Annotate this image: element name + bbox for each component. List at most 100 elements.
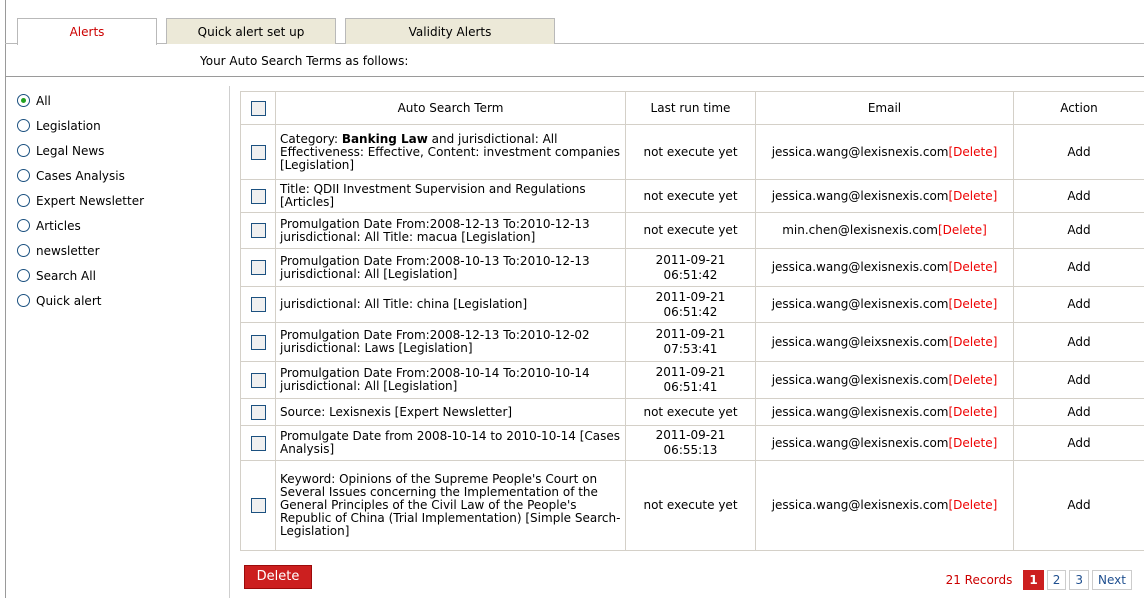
add-action-link[interactable]: Add	[1067, 223, 1090, 237]
delete-email-link[interactable]: [Delete]	[949, 405, 998, 419]
row-checkbox[interactable]	[250, 188, 266, 204]
last-run-date: 2011-09-21	[655, 327, 726, 341]
row-checkbox[interactable]	[250, 498, 266, 513]
add-action-link[interactable]: Add	[1067, 498, 1090, 512]
radio-expert-newsletter[interactable]: Expert Newsletter	[17, 188, 217, 213]
add-action-link[interactable]: Add	[1067, 373, 1090, 387]
radio-icon[interactable]	[17, 119, 30, 132]
delete-email-link[interactable]: [Delete]	[949, 335, 998, 349]
radio-icon[interactable]	[17, 144, 30, 157]
radio-label: Cases Analysis	[36, 168, 125, 183]
add-action-link[interactable]: Add	[1067, 145, 1090, 159]
column-header-term: Auto Search Term	[275, 91, 626, 125]
email-address: jessica.wang@lexisnexis.com	[771, 435, 949, 450]
pagination: 21 Records 1 2 3 Next	[946, 570, 1132, 590]
email-cell: jessica.wang@lexisnexis.com[Delete]	[755, 179, 1014, 213]
radio-legislation[interactable]: Legislation	[17, 113, 217, 138]
category-filter: All Legislation Legal News Cases Analysi…	[17, 88, 217, 313]
radio-cases-analysis[interactable]: Cases Analysis	[17, 163, 217, 188]
delete-email-link[interactable]: [Delete]	[949, 436, 998, 450]
radio-legal-news[interactable]: Legal News	[17, 138, 217, 163]
tab-alerts[interactable]: Alerts	[17, 18, 157, 45]
delete-button[interactable]: Delete	[244, 565, 312, 589]
row-checkbox[interactable]	[250, 404, 266, 420]
last-run-date: not execute yet	[643, 188, 738, 203]
row-checkbox[interactable]	[250, 260, 266, 275]
last-run-date: 2011-09-21	[655, 289, 726, 304]
table-header-row: Auto Search Term Last run time Email Act…	[240, 91, 1144, 125]
last-run-cell: not execute yet	[625, 398, 756, 426]
delete-email-link[interactable]: [Delete]	[938, 223, 987, 237]
radio-icon[interactable]	[17, 169, 30, 182]
tab-quick-alert-set-up[interactable]: Quick alert set up	[166, 18, 336, 44]
page-2-button[interactable]: 2	[1046, 570, 1067, 590]
row-checkbox[interactable]	[250, 372, 266, 388]
delete-email-link[interactable]: [Delete]	[949, 297, 998, 311]
last-run-date: 2011-09-21	[655, 252, 726, 267]
column-header-last-run: Last run time	[625, 91, 756, 125]
last-run-cell: not execute yet	[625, 124, 756, 180]
add-action-link[interactable]: Add	[1067, 405, 1090, 419]
radio-icon[interactable]	[17, 194, 30, 207]
table-row: jurisdictional: All Title: china [Legisl…	[240, 286, 1144, 323]
term-text: Category:	[280, 131, 342, 146]
action-cell: Add	[1013, 322, 1144, 362]
row-checkbox[interactable]	[250, 297, 266, 312]
term-cell: Promulgation Date From:2008-12-13 To:201…	[275, 322, 626, 362]
add-action-link[interactable]: Add	[1067, 260, 1090, 274]
last-run-date: not execute yet	[643, 498, 738, 512]
radio-all[interactable]: All	[17, 88, 217, 113]
table-body: Category: Banking Law and jurisdictional…	[240, 124, 1144, 551]
row-checkbox[interactable]	[250, 144, 266, 160]
page-3-button[interactable]: 3	[1069, 570, 1090, 590]
term-cell: Promulgation Date From:2008-10-13 To:201…	[275, 248, 626, 287]
row-checkbox[interactable]	[250, 334, 266, 350]
add-action-link[interactable]: Add	[1067, 189, 1090, 203]
tab-bar: Alerts Quick alert set up Validity Alert…	[5, 18, 1144, 45]
sidebar-divider	[229, 86, 230, 598]
add-action-link[interactable]: Add	[1067, 436, 1090, 450]
radio-icon[interactable]	[17, 269, 30, 282]
email-address: jessica.wang@lexisnexis.com	[771, 188, 949, 203]
column-header-action: Action	[1013, 91, 1144, 125]
last-run-date: 2011-09-21	[655, 365, 726, 379]
row-checkbox[interactable]	[250, 435, 266, 451]
term-text: Title: QDII Investment Supervision and R…	[280, 182, 586, 209]
row-checkbox[interactable]	[250, 223, 266, 238]
radio-search-all[interactable]: Search All	[17, 263, 217, 288]
term-text: Promulgation Date From:2008-10-13 To:201…	[280, 253, 590, 281]
table-row: Category: Banking Law and jurisdictional…	[240, 124, 1144, 180]
email-address: jessica.wang@lexisnexis.com	[771, 498, 949, 512]
radio-icon[interactable]	[17, 294, 30, 307]
add-action-link[interactable]: Add	[1067, 297, 1090, 311]
row-select-cell	[240, 361, 276, 399]
radio-articles[interactable]: Articles	[17, 213, 217, 238]
delete-email-link[interactable]: [Delete]	[949, 260, 998, 274]
delete-email-link[interactable]: [Delete]	[949, 498, 998, 512]
term-cell: jurisdictional: All Title: china [Legisl…	[275, 286, 626, 323]
radio-selected-icon[interactable]	[17, 94, 30, 107]
email-cell: jessica.wang@lexisnexis.com[Delete]	[755, 460, 1014, 551]
radio-icon[interactable]	[17, 219, 30, 232]
row-select-cell	[240, 425, 276, 461]
row-select-cell	[240, 212, 276, 249]
radio-newsletter[interactable]: newsletter	[17, 238, 217, 263]
delete-email-link[interactable]: [Delete]	[949, 373, 998, 387]
add-action-link[interactable]: Add	[1067, 335, 1090, 349]
email-cell: jessica.wang@lexisnexis.com[Delete]	[755, 248, 1014, 287]
radio-quick-alert[interactable]: Quick alert	[17, 288, 217, 313]
radio-label: Quick alert	[36, 293, 102, 308]
next-page-button[interactable]: Next	[1092, 570, 1132, 590]
delete-email-link[interactable]: [Delete]	[949, 189, 998, 203]
page-1-button[interactable]: 1	[1023, 570, 1044, 590]
delete-email-link[interactable]: [Delete]	[949, 145, 998, 159]
tab-validity-alerts[interactable]: Validity Alerts	[345, 18, 555, 44]
email-address: jessica.wang@lexisnexis.com	[771, 297, 949, 311]
last-run-date: not execute yet	[643, 223, 738, 237]
table-row: Keyword: Opinions of the Supreme People'…	[240, 460, 1144, 551]
email-address: jessica.wang@lexisnexis.com	[771, 144, 949, 159]
select-all-checkbox[interactable]	[250, 100, 266, 116]
action-cell: Add	[1013, 286, 1144, 323]
radio-icon[interactable]	[17, 244, 30, 257]
action-cell: Add	[1013, 212, 1144, 249]
